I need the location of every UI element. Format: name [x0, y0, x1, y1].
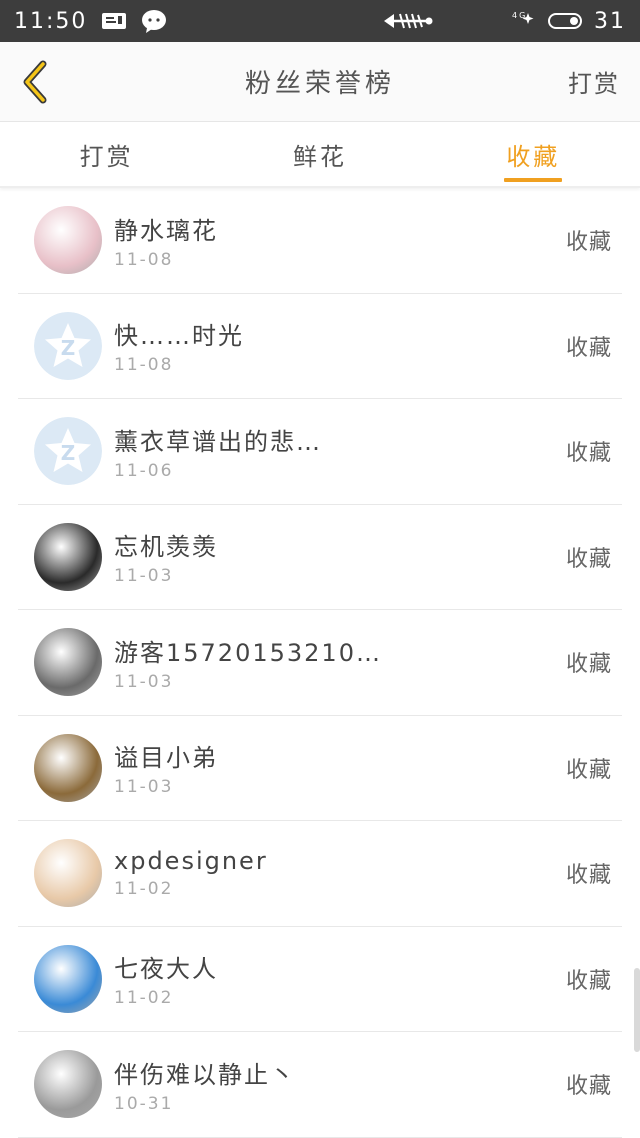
tab-reward[interactable]: 打赏 — [0, 122, 213, 186]
list-item-info: xpdesigner 11-02 — [114, 847, 566, 899]
list-item-info: 静水璃花 11-08 — [114, 211, 566, 270]
wechat-icon — [141, 9, 167, 33]
favorite-action: 收藏 — [565, 652, 612, 678]
default-avatar-icon[interactable]: Z — [34, 417, 102, 486]
favorite-action: 收藏 — [565, 863, 612, 889]
list-item[interactable]: 游客15720153210… 11-03 收藏 — [18, 610, 622, 716]
avatar[interactable] — [34, 839, 102, 908]
tab-label: 鲜花 — [292, 142, 347, 171]
favorite-action: 收藏 — [565, 230, 612, 256]
list-item[interactable]: 静水璃花 11-08 收藏 — [18, 188, 622, 294]
user-name: xpdesigner — [114, 847, 268, 876]
favorite-action: 收藏 — [565, 757, 612, 783]
date-label: 11-06 — [114, 460, 174, 481]
tab-favorites[interactable]: 收藏 — [427, 122, 640, 186]
list-item-info: 谥目小弟 11-03 — [114, 738, 566, 797]
list-item[interactable]: 七夜大人 11-02 收藏 — [18, 927, 622, 1032]
reward-button[interactable]: 打赏 — [568, 64, 620, 99]
battery-level: 31 — [594, 8, 626, 34]
list-item-info: 游客15720153210… 11-03 — [114, 633, 566, 692]
moon-icon — [446, 9, 486, 33]
user-name: 伴伤难以静止丶 — [114, 1060, 296, 1089]
back-button[interactable] — [14, 58, 54, 106]
favorite-action: 收藏 — [565, 441, 612, 467]
list-item[interactable]: 谥目小弟 11-03 收藏 — [18, 716, 622, 821]
tab-bar: 打赏 鲜花 收藏 — [0, 122, 640, 188]
avatar[interactable] — [34, 1050, 102, 1119]
favorite-action: 收藏 — [565, 546, 612, 572]
favorite-action: 收藏 — [565, 1074, 612, 1100]
user-name: 谥目小弟 — [114, 744, 218, 773]
date-label: 11-08 — [114, 355, 174, 376]
list-item-info: 快……时光 11-08 — [114, 316, 566, 375]
tab-label: 打赏 — [79, 142, 134, 171]
fishbone-icon — [382, 10, 434, 32]
status-time: 11:50 — [14, 8, 88, 34]
default-avatar-icon[interactable]: Z — [34, 311, 102, 380]
favorite-action: 收藏 — [565, 335, 612, 361]
date-label: 11-03 — [114, 566, 174, 587]
date-label: 10-31 — [114, 1093, 174, 1114]
svg-text:Z: Z — [61, 336, 76, 360]
avatar[interactable] — [34, 944, 102, 1013]
list-item[interactable]: Z 薰衣草谱出的悲… 11-06 收藏 — [18, 399, 622, 505]
avatar[interactable] — [34, 206, 102, 275]
svg-text:Z: Z — [61, 441, 76, 465]
signal-4g-icon: 4G — [498, 9, 536, 33]
tab-flowers[interactable]: 鲜花 — [213, 122, 426, 186]
scrollbar[interactable] — [634, 968, 640, 1052]
list-item-info: 七夜大人 11-02 — [114, 949, 566, 1008]
status-bar: 11:50 4G 31 — [0, 0, 640, 42]
user-name: 薰衣草谱出的悲… — [114, 427, 322, 456]
active-tab-indicator — [504, 178, 563, 182]
date-label: 11-03 — [114, 671, 174, 692]
battery-icon — [548, 13, 582, 29]
user-name: 七夜大人 — [114, 955, 218, 984]
page-title: 粉丝荣誉榜 — [244, 69, 395, 99]
nav-bar: 粉丝荣誉榜 打赏 — [0, 42, 640, 122]
user-name: 快……时光 — [114, 322, 244, 351]
list-item[interactable]: Z 快……时光 11-08 收藏 — [18, 294, 622, 399]
chevron-left-icon — [23, 60, 47, 104]
list-item-info: 薰衣草谱出的悲… 11-06 — [114, 422, 566, 481]
date-label: 11-02 — [114, 988, 174, 1009]
list-item-info: 伴伤难以静止丶 10-31 — [114, 1055, 566, 1114]
date-label: 11-08 — [114, 249, 174, 270]
user-name: 忘机羡羡 — [114, 533, 218, 562]
list-item[interactable]: xpdesigner 11-02 收藏 — [18, 821, 622, 927]
notification-icon — [101, 10, 127, 32]
avatar[interactable] — [34, 733, 102, 802]
avatar[interactable] — [34, 628, 102, 697]
fan-list: 静水璃花 11-08 收藏 Z 快……时光 11-08 收藏 Z 薰衣草谱出的悲… 11-06 收藏… — [0, 188, 640, 1138]
list-item[interactable]: 忘机羡羡 11-03 收藏 — [18, 505, 622, 610]
list-item[interactable]: 伴伤难以静止丶 10-31 收藏 — [18, 1032, 622, 1138]
date-label: 11-02 — [114, 879, 174, 900]
tab-label: 收藏 — [506, 142, 561, 171]
user-name: 静水璃花 — [114, 216, 218, 245]
list-item-info: 忘机羡羡 11-03 — [114, 527, 566, 586]
date-label: 11-03 — [114, 777, 174, 798]
favorite-action: 收藏 — [565, 968, 612, 994]
user-name: 游客15720153210… — [114, 638, 382, 667]
avatar[interactable] — [34, 522, 102, 591]
